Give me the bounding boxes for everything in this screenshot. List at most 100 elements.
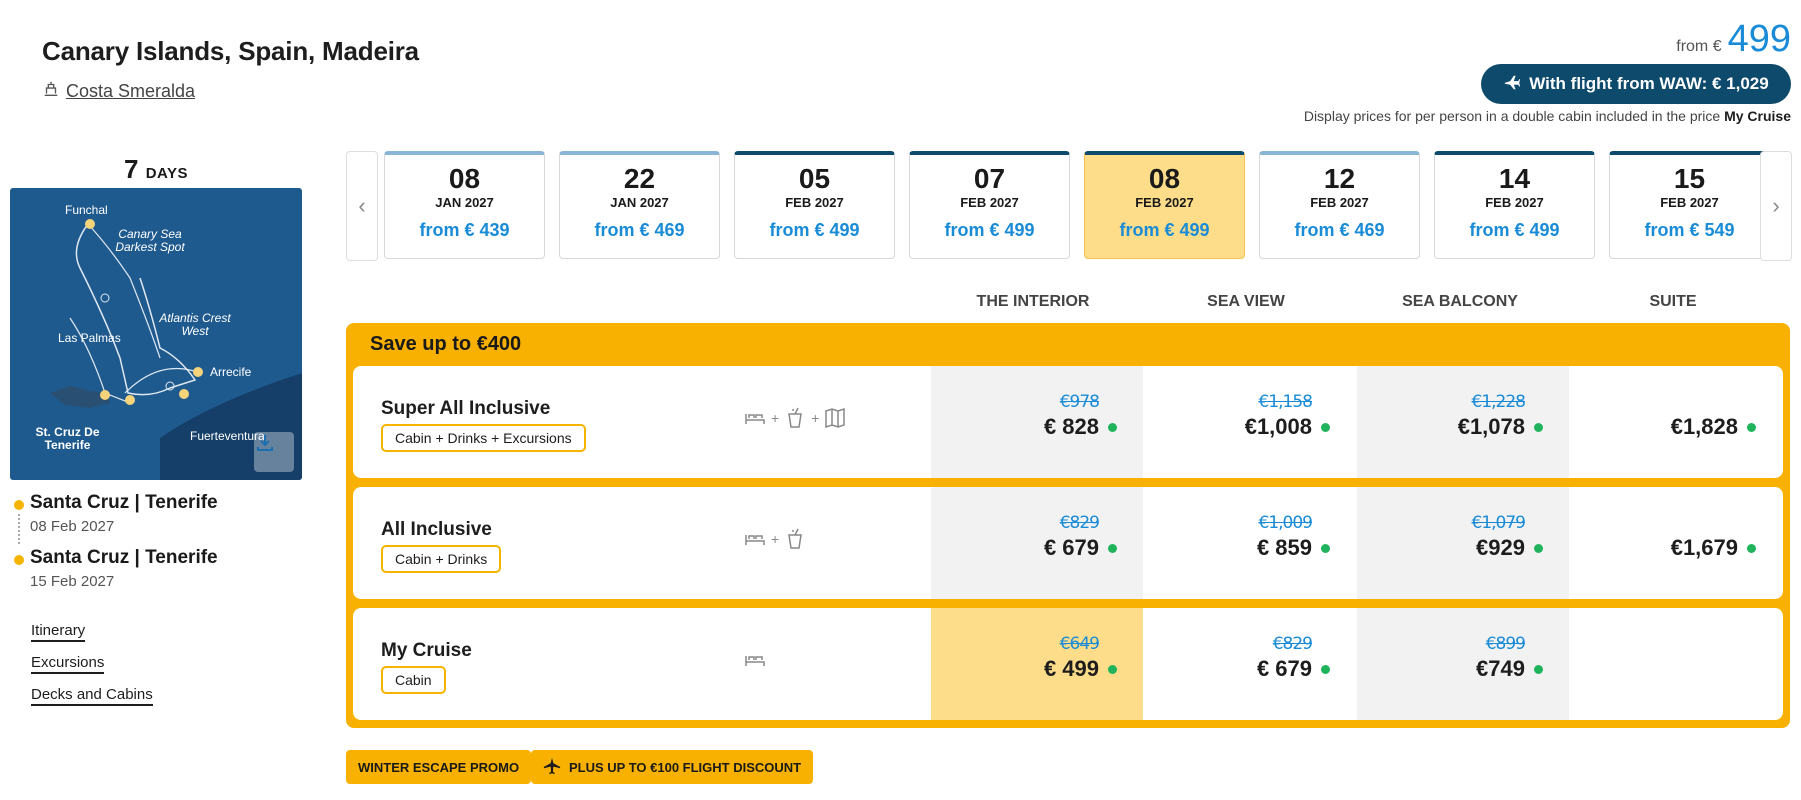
price-value: € 859 (1256, 535, 1312, 560)
download-icon (257, 435, 273, 451)
price-cell[interactable]: €1,679 (1570, 487, 1782, 599)
price-cell[interactable]: €1,079 €929 (1357, 487, 1569, 599)
route-summary: Santa Cruz | Tenerife 08 Feb 2027 Santa … (12, 492, 218, 602)
link-decks-cabins[interactable]: Decks and Cabins (31, 686, 153, 706)
price-cell[interactable]: €978 € 828 (931, 366, 1143, 478)
promo-badge-winter[interactable]: WINTER ESCAPE PROMO (346, 750, 532, 784)
map-label-arrecife: Arrecife (210, 365, 252, 379)
date-card[interactable]: 05 FEB 2027 from € 499 (734, 151, 895, 259)
date-card[interactable]: 15 FEB 2027 from € 549 (1609, 151, 1770, 259)
available-dot-icon (1534, 422, 1543, 432)
package-name: My Cruise (381, 640, 472, 661)
promo-label: WINTER ESCAPE PROMO (358, 759, 520, 775)
package-icons: + + (743, 406, 847, 430)
price-cell[interactable]: €1,828 (1570, 366, 1782, 478)
date-card[interactable]: 07 FEB 2027 from € 499 (909, 151, 1070, 259)
route-map[interactable]: Funchal Canary Sea Darkest Spot Atlantis… (10, 188, 302, 480)
available-dot-icon (1321, 543, 1330, 553)
date-price: from € 499 (944, 220, 1035, 240)
promo-badge-flight[interactable]: PLUS UP TO €100 FLIGHT DISCOUNT (531, 750, 814, 784)
ship-link[interactable]: Costa Smeralda (42, 80, 195, 103)
package-name: Super All Inclusive (381, 398, 551, 419)
route-dot-icon (14, 555, 24, 565)
date-card[interactable]: 22 JAN 2027 from € 469 (559, 151, 720, 259)
dates-next-button[interactable]: › (1760, 151, 1792, 261)
route-stop: Santa Cruz | Tenerife 08 Feb 2027 (12, 492, 218, 535)
price-now: € 859 (1144, 535, 1330, 561)
price-value: €1,679 (1670, 535, 1738, 560)
date-price: from € 469 (594, 220, 685, 240)
price-value: € 828 (1043, 414, 1099, 439)
price-old: €649 (1059, 634, 1100, 654)
ship-name[interactable]: Costa Smeralda (66, 81, 195, 102)
package-icons: + (743, 527, 807, 551)
bed-icon (745, 535, 765, 545)
price-now: €1,078 (1357, 414, 1543, 440)
route-dot-icon (14, 500, 24, 510)
date-price: from € 499 (769, 220, 860, 240)
price-value: €929 (1476, 535, 1525, 560)
map-label-atlantis: Atlantis Crest West (159, 311, 231, 338)
package-row: Super All Inclusive Cabin + Drinks + Exc… (353, 366, 1783, 478)
date-day: 07 (973, 163, 1006, 194)
price-cell[interactable]: €1,158 €1,008 (1144, 366, 1356, 478)
price-cell[interactable]: €829 € 679 (1144, 608, 1356, 720)
date-card-selected[interactable]: 08 FEB 2027 from € 499 (1084, 151, 1245, 259)
price-note: Display prices for per person in a doubl… (1304, 108, 1791, 124)
price-cell[interactable]: €1,009 € 859 (1144, 487, 1356, 599)
save-banner: Save up to €400 (370, 333, 522, 355)
package-icons (743, 648, 767, 672)
date-month: FEB 2027 (785, 195, 844, 210)
available-dot-icon (1108, 543, 1117, 553)
plane-icon (1503, 73, 1521, 96)
available-dot-icon (1747, 422, 1756, 432)
dates-prev-button[interactable]: ‹ (346, 151, 378, 261)
price-value: € 679 (1043, 535, 1099, 560)
date-month: JAN 2027 (435, 195, 494, 210)
route-date: 15 Feb 2027 (30, 573, 115, 590)
date-day: 05 (798, 163, 831, 194)
map-label-canary-sea: Canary Sea Darkest Spot (115, 227, 185, 254)
price-note-text: Display prices for per person in a doubl… (1303, 108, 1721, 124)
date-price: from € 469 (1294, 220, 1385, 240)
price-old: €829 (1272, 634, 1313, 654)
link-itinerary[interactable]: Itinerary (31, 622, 86, 642)
price-old: €978 (1059, 392, 1100, 412)
date-day: 22 (623, 163, 656, 194)
available-dot-icon (1747, 543, 1756, 553)
package-tag: Cabin + Drinks + Excursions (381, 424, 586, 452)
date-card[interactable]: 12 FEB 2027 from € 469 (1259, 151, 1420, 259)
price-cell[interactable]: €829 € 679 (931, 487, 1143, 599)
flight-button[interactable]: With flight from WAW: € 1,029 (1481, 64, 1791, 104)
package-row: All Inclusive Cabin + Drinks + €829 € 67… (353, 487, 1783, 599)
offers-table: Save up to €400 Super All Inclusive Cabi… (346, 323, 1790, 728)
date-month: FEB 2027 (1310, 195, 1369, 210)
price-now: €749 (1357, 656, 1543, 682)
date-card[interactable]: 14 FEB 2027 from € 499 (1434, 151, 1595, 259)
price-value: € 679 (1256, 656, 1312, 681)
price-from-label: from € (1676, 38, 1722, 55)
route-port: Santa Cruz | Tenerife (30, 547, 218, 568)
price-cell[interactable]: €899 €749 (1357, 608, 1569, 720)
ship-icon (42, 80, 60, 103)
date-day: 08 (448, 163, 481, 194)
download-map-button[interactable] (254, 432, 294, 472)
price-from: from € 499 (1676, 18, 1791, 61)
package-row: My Cruise Cabin €649 € 499 €829 € 679 €8… (353, 608, 1783, 720)
page-title: Canary Islands, Spain, Madeira (42, 36, 419, 66)
date-day: 08 (1148, 163, 1181, 194)
price-cell-selected[interactable]: €649 € 499 (931, 608, 1143, 720)
route-port: Santa Cruz | Tenerife (30, 492, 218, 513)
price-value: €1,828 (1670, 414, 1738, 439)
date-card[interactable]: 08 JAN 2027 from € 439 (384, 151, 545, 259)
date-carousel: 08 JAN 2027 from € 439 22 JAN 2027 from … (384, 151, 1770, 259)
price-note-bold: My Cruise (1724, 108, 1791, 124)
price-cell[interactable]: €1,228 €1,078 (1357, 366, 1569, 478)
days-number: 7 (123, 154, 139, 184)
price-now: €1,679 (1570, 535, 1756, 561)
cabin-header-interior: THE INTERIOR (976, 293, 1090, 310)
link-excursions[interactable]: Excursions (31, 654, 105, 674)
drink-icon (788, 407, 803, 428)
days-label: DAYS (145, 165, 188, 182)
date-day: 15 (1673, 163, 1706, 194)
